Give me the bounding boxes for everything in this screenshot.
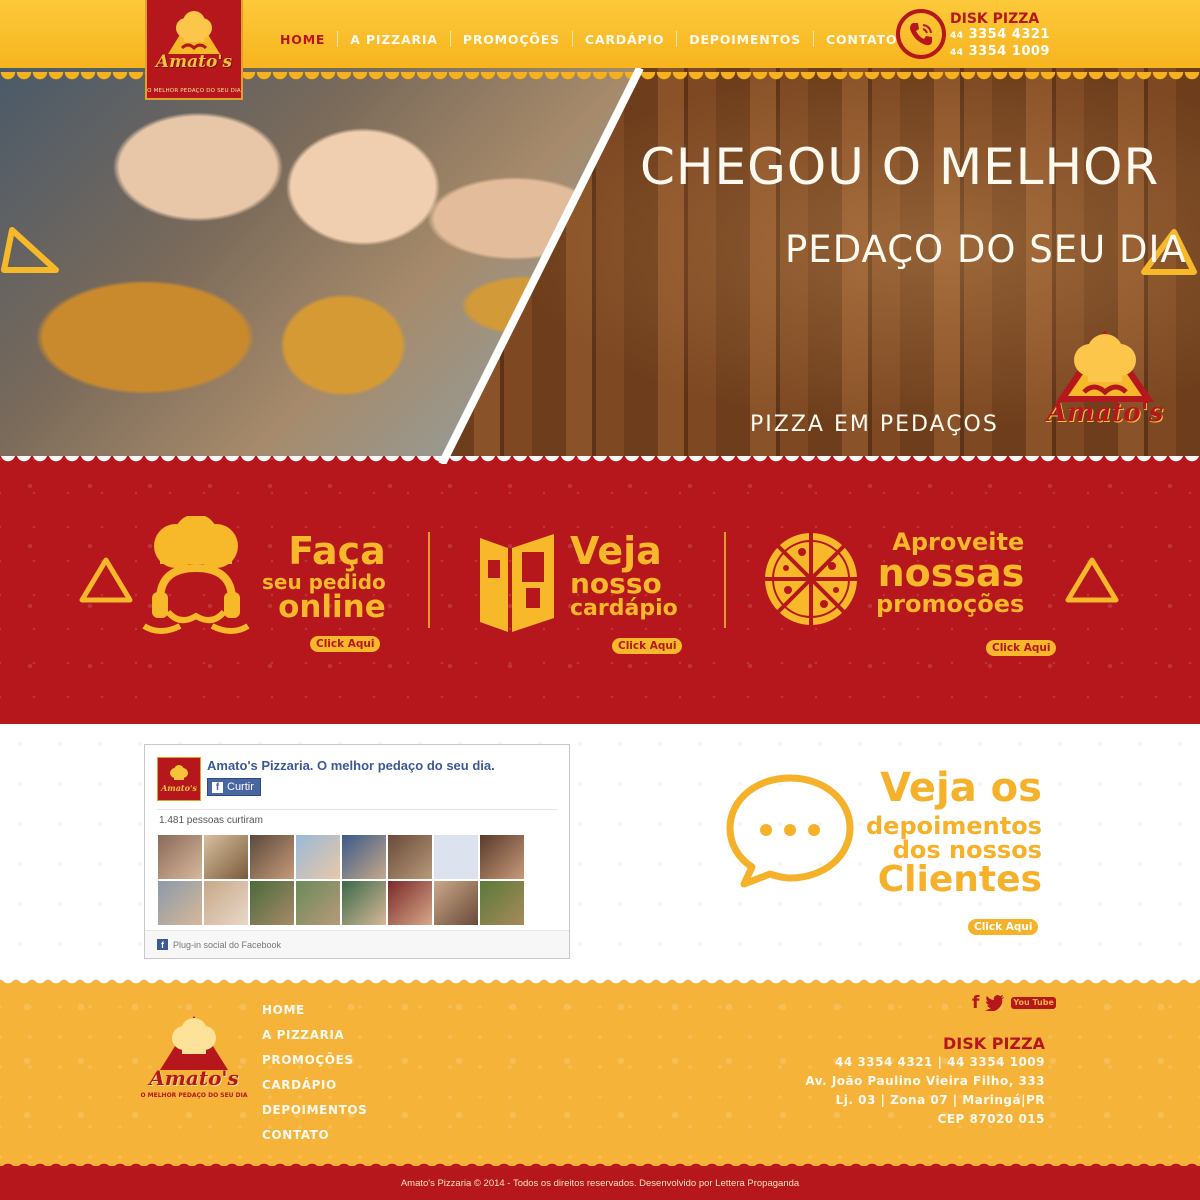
fan-avatar[interactable] [388,881,432,925]
feature-separator [428,532,430,628]
promotions-click-button[interactable]: Click Aqui [986,640,1057,656]
nav-home[interactable]: HOME [268,32,337,47]
hero-banner: CHEGOU O MELHOR PEDAÇO DO SEU DIA PIZZA … [0,68,1200,464]
fan-avatar[interactable] [434,881,478,925]
facebook-like-button[interactable]: f Curtir [207,778,261,796]
pizza-icon[interactable] [762,530,860,628]
feature-separator [724,532,726,628]
phone-icon [896,9,946,59]
footer-address-line-1: Av. João Paulino Vieira Filho, 333 [805,1074,1045,1088]
feature-view-menu[interactable]: Veja nosso cardápio [570,532,678,620]
chef-hat-logo-icon [170,765,188,780]
footer-nav-depoimentos[interactable]: DEPOIMENTOS [262,1098,367,1123]
nav-contato[interactable]: CONTATO [814,32,909,47]
footer-logo[interactable]: Amato's O MELHOR PEDAÇO DO SEU DIA [140,1014,248,1114]
speech-bubble-icon[interactable] [724,772,856,890]
hero-subtitle: PEDAÇO DO SEU DIA [785,228,1187,271]
fan-avatar[interactable] [158,835,202,879]
fan-avatar[interactable] [250,835,294,879]
feature-promotions[interactable]: Aproveite nossas promoções [876,530,1024,616]
facebook-fans-grid [158,835,530,925]
fan-avatar[interactable] [158,881,202,925]
chef-headset-icon[interactable] [140,516,252,640]
hero-tagline: PIZZA EM PEDAÇOS [750,412,999,437]
triangle-decoration-icon [79,557,133,603]
header-logo-brand: Amato's [155,52,233,72]
footer-logo-tagline: O MELHOR PEDAÇO DO SEU DIA [140,1092,248,1099]
nav-separator [676,31,678,47]
youtube-icon[interactable]: You Tube [1011,997,1056,1009]
facebook-icon: f [212,781,223,793]
fan-avatar[interactable] [342,881,386,925]
header-logo[interactable]: Amato's O MELHOR PEDAÇO DO SEU DIA [145,0,243,100]
footer-nav-contato[interactable]: CONTATO [262,1123,367,1148]
footer-disk-pizza-title: DISK PIZZA [943,1034,1045,1053]
header-logo-tagline: O MELHOR PEDAÇO DO SEU DIA [147,88,241,94]
fan-avatar[interactable] [342,835,386,879]
hero-logo: Amato's [1030,328,1180,448]
copyright-text: Amato's Pizzaria © 2014 - Todos os direi… [400,1177,800,1189]
fan-avatar[interactable] [204,835,248,879]
nav-separator [571,31,573,47]
footer-logo-brand: Amato's [149,1066,239,1090]
facebook-like-box: Amato's Amato's Pizzaria. O melhor pedaç… [144,744,570,959]
order-online-click-button[interactable]: Click Aqui [310,636,381,652]
nav-cardapio[interactable]: CARDÁPIO [573,32,676,47]
fan-avatar[interactable] [296,881,340,925]
fan-avatar[interactable] [204,881,248,925]
nav-depoimentos[interactable]: DEPOIMENTOS [677,32,813,47]
nav-promocoes[interactable]: PROMOÇÕES [451,32,572,47]
footer-nav-cardapio[interactable]: CARDÁPIO [262,1073,367,1098]
triangle-decoration-icon [1,227,59,273]
header-phone-2[interactable]: 44 3354 1009 [950,44,1050,61]
twitter-icon[interactable] [985,995,1005,1011]
header-disk-pizza: DISK PIZZA 44 3354 4321 44 3354 1009 [950,11,1050,61]
facebook-page-name[interactable]: Amato's Pizzaria. O melhor pedaço do seu… [207,758,495,773]
footer-address-line-2: Lj. 03 | Zona 07 | Maringá|PR [835,1093,1045,1107]
nav-a-pizzaria[interactable]: A PIZZARIA [338,32,450,47]
hero-title: CHEGOU O MELHOR [640,138,1160,196]
facebook-page-avatar[interactable]: Amato's [157,757,201,801]
facebook-plugin-footer: f Plug-in social do Facebook [145,930,569,958]
nav-separator [449,31,451,47]
fan-avatar[interactable] [480,881,524,925]
testimonials-click-button[interactable]: Click Aqui [968,919,1039,935]
fan-avatar[interactable] [480,835,524,879]
triangle-decoration-icon [1065,557,1119,603]
facebook-divider [157,809,557,810]
footer-phones[interactable]: 44 3354 4321 | 44 3354 1009 [805,1053,1045,1072]
footer-nav-a-pizzaria[interactable]: A PIZZARIA [262,1023,367,1048]
view-menu-click-button[interactable]: Click Aqui [612,638,683,654]
footer-nav: HOME A PIZZARIA PROMOÇÕES CARDÁPIO DEPOI… [262,998,367,1148]
fan-avatar[interactable] [434,835,478,879]
footer-nav-home[interactable]: HOME [262,998,367,1023]
facebook-likes-count: 1.481 pessoas curtiram [159,815,263,826]
nav-separator [813,31,815,47]
footer-cep: CEP 87020 015 [937,1112,1045,1126]
menu-book-icon[interactable] [478,530,556,634]
footer-contact: DISK PIZZA 44 3354 4321 | 44 3354 1009 A… [805,1034,1045,1129]
fan-avatar[interactable] [296,835,340,879]
header-phone-1[interactable]: 44 3354 4321 [950,27,1050,44]
facebook-icon[interactable]: f [972,993,979,1013]
social-links: f You Tube [972,993,1056,1013]
site-header: Amato's O MELHOR PEDAÇO DO SEU DIA HOME … [0,0,1200,100]
nav-separator [337,31,339,47]
fan-avatar[interactable] [388,835,432,879]
disk-pizza-title: DISK PIZZA [950,11,1040,27]
footer-nav-promocoes[interactable]: PROMOÇÕES [262,1048,367,1073]
testimonials-promo[interactable]: Veja os depoimentos dos nossos Clientes [866,768,1042,898]
copyright-bar: Amato's Pizzaria © 2014 - Todos os direi… [0,1161,1200,1200]
hero-logo-brand: Amato's [1046,398,1164,428]
feature-order-online[interactable]: Faça seu pedido online [262,532,386,623]
chef-hat-logo-icon [168,11,220,54]
chef-hat-logo-icon [160,1016,228,1070]
facebook-icon: f [157,939,168,950]
main-nav: HOME A PIZZARIA PROMOÇÕES CARDÁPIO DEPOI… [268,31,909,47]
chef-hat-logo-icon [1056,330,1154,402]
fan-avatar[interactable] [250,881,294,925]
